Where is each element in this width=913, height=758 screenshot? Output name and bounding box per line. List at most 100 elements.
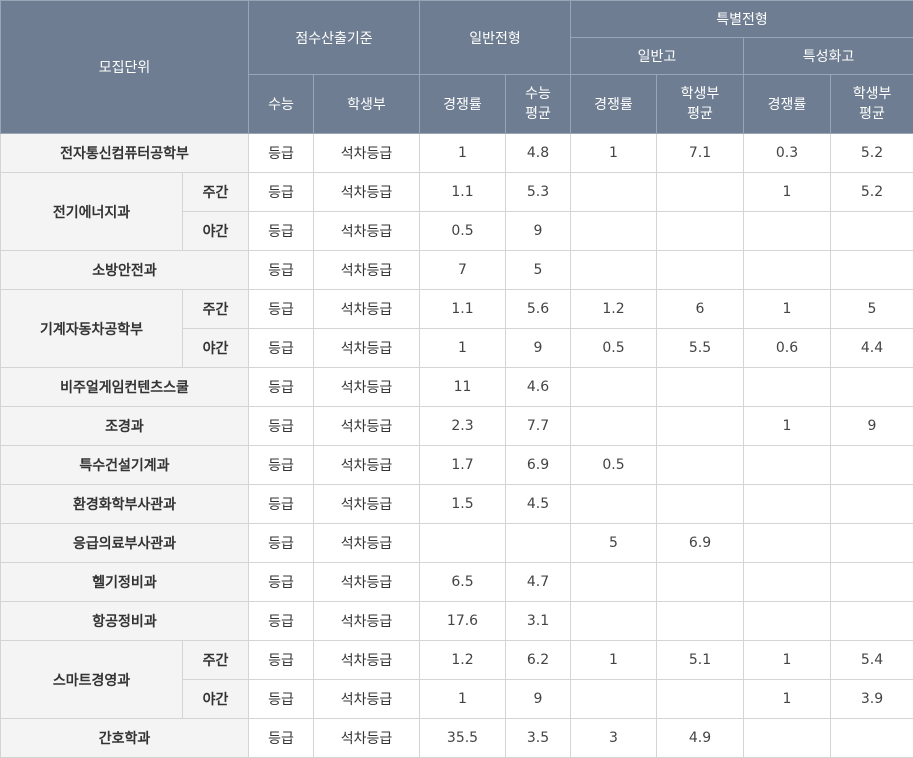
cell-general-avg: 9	[506, 329, 571, 368]
cell-general-rate: 1	[420, 134, 506, 173]
cell-general-rate: 7	[420, 251, 506, 290]
header-criteria: 점수산출기준	[249, 1, 420, 75]
cell-sg-rate: 1	[571, 641, 657, 680]
cell-ss-rate	[744, 446, 831, 485]
cell-ss-avg	[831, 212, 913, 251]
header-general-rate: 경쟁률	[420, 75, 506, 134]
dept-name: 특수건설기계과	[1, 446, 249, 485]
cell-general-avg: 3.1	[506, 602, 571, 641]
cell-sg-avg	[657, 251, 744, 290]
cell-record: 석차등급	[314, 485, 420, 524]
cell-record: 석차등급	[314, 563, 420, 602]
cell-record: 석차등급	[314, 329, 420, 368]
cell-general-rate: 35.5	[420, 719, 506, 758]
cell-record: 석차등급	[314, 368, 420, 407]
cell-suneung: 등급	[249, 602, 314, 641]
cell-sg-avg: 5.1	[657, 641, 744, 680]
cell-ss-avg	[831, 485, 913, 524]
cell-suneung: 등급	[249, 563, 314, 602]
cell-sg-avg	[657, 368, 744, 407]
cell-record: 석차등급	[314, 446, 420, 485]
dept-name: 응급의료부사관과	[1, 524, 249, 563]
shift-label: 야간	[183, 329, 249, 368]
shift-label: 주간	[183, 173, 249, 212]
cell-record: 석차등급	[314, 719, 420, 758]
dept-name: 기계자동차공학부	[1, 290, 183, 368]
header-ss-rate: 경쟁률	[744, 75, 831, 134]
cell-sg-avg	[657, 680, 744, 719]
dept-name: 항공정비과	[1, 602, 249, 641]
cell-sg-rate: 0.5	[571, 446, 657, 485]
header-general-avg-line1: 수능	[525, 86, 551, 102]
cell-record: 석차등급	[314, 173, 420, 212]
cell-general-rate: 1.7	[420, 446, 506, 485]
table-row: 응급의료부사관과 등급 석차등급 5 6.9	[1, 524, 913, 563]
cell-suneung: 등급	[249, 641, 314, 680]
cell-general-avg: 6.2	[506, 641, 571, 680]
cell-general-rate: 2.3	[420, 407, 506, 446]
cell-ss-avg	[831, 602, 913, 641]
cell-general-avg: 5.6	[506, 290, 571, 329]
cell-ss-avg	[831, 446, 913, 485]
cell-sg-rate	[571, 485, 657, 524]
cell-suneung: 등급	[249, 134, 314, 173]
cell-sg-avg	[657, 485, 744, 524]
cell-ss-rate: 1	[744, 680, 831, 719]
cell-ss-avg: 5	[831, 290, 913, 329]
cell-record: 석차등급	[314, 134, 420, 173]
cell-suneung: 등급	[249, 251, 314, 290]
cell-general-avg: 4.6	[506, 368, 571, 407]
cell-sg-rate	[571, 251, 657, 290]
cell-sg-rate	[571, 602, 657, 641]
cell-ss-rate	[744, 602, 831, 641]
dept-name: 비주얼게임컨텐츠스쿨	[1, 368, 249, 407]
header-sg-rate: 경쟁률	[571, 75, 657, 134]
table-row: 비주얼게임컨텐츠스쿨 등급 석차등급 11 4.6	[1, 368, 913, 407]
cell-suneung: 등급	[249, 680, 314, 719]
cell-sg-rate	[571, 407, 657, 446]
table-row: 특수건설기계과 등급 석차등급 1.7 6.9 0.5	[1, 446, 913, 485]
cell-suneung: 등급	[249, 719, 314, 758]
cell-ss-avg: 5.2	[831, 173, 913, 212]
cell-ss-rate	[744, 212, 831, 251]
cell-general-avg: 4.7	[506, 563, 571, 602]
cell-ss-rate: 0.6	[744, 329, 831, 368]
shift-label: 야간	[183, 680, 249, 719]
shift-label: 주간	[183, 290, 249, 329]
cell-ss-avg: 4.4	[831, 329, 913, 368]
cell-general-rate: 1	[420, 680, 506, 719]
cell-ss-avg: 9	[831, 407, 913, 446]
dept-name: 헬기정비과	[1, 563, 249, 602]
cell-general-avg: 5.3	[506, 173, 571, 212]
cell-record: 석차등급	[314, 524, 420, 563]
table-row: 스마트경영과 주간 등급 석차등급 1.2 6.2 1 5.1 1 5.4	[1, 641, 913, 680]
cell-sg-rate	[571, 212, 657, 251]
cell-ss-avg: 5.4	[831, 641, 913, 680]
cell-general-rate: 11	[420, 368, 506, 407]
dept-name: 전기에너지과	[1, 173, 183, 251]
header-special-general: 일반고	[571, 38, 744, 75]
cell-sg-rate	[571, 680, 657, 719]
cell-sg-rate	[571, 563, 657, 602]
cell-general-rate: 1.2	[420, 641, 506, 680]
cell-record: 석차등급	[314, 251, 420, 290]
table-row: 헬기정비과 등급 석차등급 6.5 4.7	[1, 563, 913, 602]
cell-general-avg: 6.9	[506, 446, 571, 485]
cell-general-rate: 1.5	[420, 485, 506, 524]
dept-name: 환경화학부사관과	[1, 485, 249, 524]
cell-suneung: 등급	[249, 407, 314, 446]
cell-sg-rate: 0.5	[571, 329, 657, 368]
cell-general-avg: 5	[506, 251, 571, 290]
cell-ss-avg: 3.9	[831, 680, 913, 719]
cell-suneung: 등급	[249, 485, 314, 524]
shift-label: 야간	[183, 212, 249, 251]
cell-ss-rate: 1	[744, 641, 831, 680]
cell-ss-rate	[744, 485, 831, 524]
header-sg-avg: 학생부평균	[657, 75, 744, 134]
header-special-specialized: 특성화고	[744, 38, 913, 75]
cell-general-rate: 0.5	[420, 212, 506, 251]
table-body: 전자통신컴퓨터공학부 등급 석차등급 1 4.8 1 7.1 0.3 5.2 전…	[1, 134, 913, 758]
table-row: 간호학과 등급 석차등급 35.5 3.5 3 4.9	[1, 719, 913, 758]
cell-record: 석차등급	[314, 641, 420, 680]
cell-general-avg: 9	[506, 212, 571, 251]
